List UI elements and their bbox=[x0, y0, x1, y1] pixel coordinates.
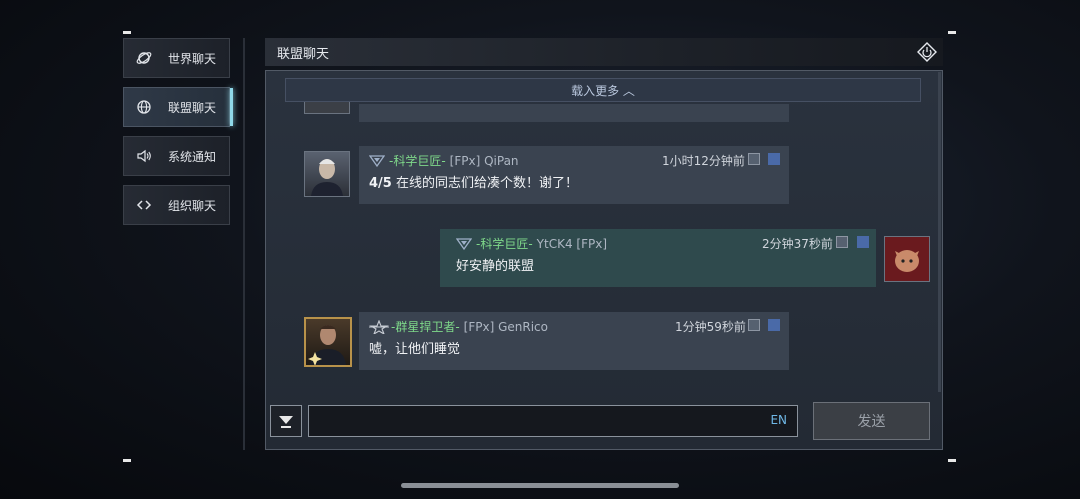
sender-name: [FPx] GenRico bbox=[463, 319, 548, 334]
message-bubble: -群星捍卫者- [FPx] GenRico 1分钟59秒前 嘘，让他们睡觉 bbox=[359, 312, 789, 370]
sender-name: [FPx] QiPan bbox=[449, 153, 519, 168]
globe-icon bbox=[134, 97, 154, 117]
copy-icon[interactable] bbox=[836, 236, 848, 248]
sidebar-item-alliance-chat[interactable]: 联盟聊天 bbox=[123, 87, 233, 127]
copy-icon[interactable] bbox=[748, 153, 760, 165]
message-time: 1小时12分钟前 bbox=[662, 154, 745, 168]
sidebar-item-label: 世界聊天 bbox=[168, 51, 217, 66]
sender-name: YtCK4 [FPx] bbox=[536, 236, 608, 251]
sender-title: -科学巨匠- bbox=[476, 237, 533, 251]
sender-title: -群星捍卫者- bbox=[391, 320, 460, 334]
sidebar-item-org-chat[interactable]: 组织聊天 bbox=[123, 185, 230, 225]
scrollbar[interactable] bbox=[938, 72, 941, 392]
sidebar-item-world-chat[interactable]: 世界聊天 bbox=[123, 38, 230, 78]
corner-mark bbox=[948, 459, 956, 462]
message-bubble bbox=[359, 104, 789, 122]
pin-up-icon[interactable] bbox=[768, 319, 780, 331]
home-indicator[interactable] bbox=[401, 483, 679, 488]
pin-up-icon[interactable] bbox=[768, 153, 780, 165]
corner-mark bbox=[123, 459, 131, 462]
copy-icon[interactable] bbox=[748, 319, 760, 331]
rank-badge-icon bbox=[369, 319, 389, 334]
corner-mark bbox=[123, 31, 131, 34]
speaker-icon bbox=[134, 146, 154, 166]
input-language[interactable]: EN bbox=[770, 413, 787, 427]
avatar[interactable] bbox=[304, 317, 352, 367]
channel-toggle-button[interactable] bbox=[270, 405, 302, 437]
rank-badge-icon bbox=[456, 237, 472, 250]
sender-title: -科学巨匠- bbox=[389, 154, 446, 168]
message-sender[interactable]: -群星捍卫者- [FPx] GenRico bbox=[369, 318, 548, 335]
rank-badge-icon bbox=[369, 154, 385, 167]
chat-header: 联盟聊天 bbox=[265, 38, 943, 66]
link-icon bbox=[134, 195, 154, 215]
avatar[interactable] bbox=[884, 236, 930, 282]
pin-up-icon[interactable] bbox=[857, 236, 869, 248]
globe-orbit-icon bbox=[134, 48, 154, 68]
load-more-button[interactable]: 载入更多 ︿ bbox=[285, 78, 921, 102]
sidebar-item-system-notice[interactable]: 系统通知 bbox=[123, 136, 230, 176]
divider bbox=[243, 38, 245, 450]
chat-input[interactable]: EN bbox=[308, 405, 798, 437]
avatar[interactable] bbox=[304, 151, 350, 197]
page-title: 联盟聊天 bbox=[277, 47, 330, 62]
message-time: 2分钟37秒前 bbox=[762, 237, 833, 251]
message-text: 好安静的联盟 bbox=[456, 259, 535, 274]
sidebar-item-label: 联盟聊天 bbox=[168, 100, 217, 115]
message-sender[interactable]: -科学巨匠- [FPx] QiPan bbox=[369, 152, 519, 169]
corner-mark bbox=[948, 31, 956, 34]
sidebar-item-label: 系统通知 bbox=[168, 149, 217, 164]
send-button[interactable]: 发送 bbox=[813, 402, 930, 440]
message-bubble: -科学巨匠- [FPx] QiPan 1小时12分钟前 4/5 在线的同志们给凑… bbox=[359, 146, 789, 204]
message-bubble: -科学巨匠- YtCK4 [FPx] 2分钟37秒前 好安静的联盟 bbox=[440, 229, 876, 287]
chevron-down-icon bbox=[279, 416, 293, 428]
message-text: 嘘，让他们睡觉 bbox=[369, 342, 461, 357]
message-sender[interactable]: -科学巨匠- YtCK4 [FPx] bbox=[456, 235, 607, 252]
message-text: 4/5 在线的同志们给凑个数！谢了！ bbox=[369, 176, 578, 191]
sidebar-item-label: 组织聊天 bbox=[168, 198, 217, 213]
message-time: 1分钟59秒前 bbox=[675, 320, 746, 334]
exit-diamond-icon[interactable] bbox=[917, 42, 937, 62]
